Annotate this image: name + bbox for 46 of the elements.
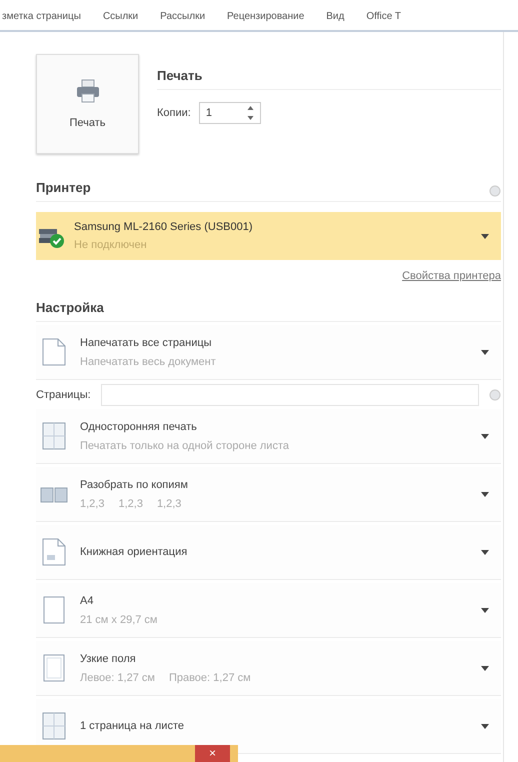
caret-icon [481, 608, 489, 612]
section-heading: Настройка [36, 300, 501, 322]
setting-title: Разобрать по копиям [80, 478, 189, 490]
ribbon-tab[interactable]: Office T [366, 11, 402, 22]
setting-title: 1 страница на листе [80, 720, 185, 732]
pages-input-field[interactable] [100, 384, 479, 406]
caret-icon [481, 434, 489, 438]
ribbon-tab[interactable]: зметка страницы [2, 11, 81, 22]
page-icon [40, 711, 68, 741]
spinner-arrows-icon [246, 105, 254, 121]
printer-properties-link[interactable]: Свойства принтера [402, 270, 501, 282]
copies-spinner[interactable]: 1 [198, 102, 261, 124]
printer-dropdown[interactable]: Samsung ML-2160 Series (USB001) Не подключен [36, 212, 501, 260]
ribbon-tab[interactable]: Рецензирование [227, 11, 304, 22]
setting-detail: 1,2,3 [156, 498, 182, 510]
pages-label: Страницы: [36, 389, 91, 401]
setting-title: Напечатать все страницы [80, 336, 213, 348]
ribbon-tab[interactable]: Вид [326, 11, 344, 22]
section-heading: Печать [157, 54, 501, 90]
setting-detail: 1,2,3 [80, 498, 104, 510]
setting-detail: Печатать только на одной стороне листа [80, 440, 289, 452]
setting-detail: 21 см x 29,7 см [80, 614, 158, 626]
caret-icon [481, 724, 489, 728]
setting-detail: 1,2,3 [118, 498, 143, 510]
printer-icon [74, 79, 100, 103]
copies-label: Копии: [157, 107, 191, 119]
setting-detail: Левое: 1,27 см [80, 672, 155, 684]
close-button[interactable]: × [195, 745, 230, 762]
ribbon-tab[interactable]: Рассылки [160, 11, 206, 22]
setting-detail: Правое: 1,27 см [168, 672, 251, 684]
caret-icon [481, 550, 489, 554]
print-button[interactable]: Печать [36, 54, 139, 154]
setting-title: Узкие поля [80, 652, 137, 664]
caret-icon [481, 350, 489, 354]
page-icon [40, 537, 68, 567]
setting-title: A4 [80, 594, 94, 606]
caret-icon [481, 666, 489, 670]
page-icon [40, 421, 68, 451]
section-heading: Принтер [36, 180, 91, 197]
ribbon-tab[interactable]: Ссылки [102, 11, 138, 22]
caret-icon [481, 492, 489, 496]
page-icon [40, 337, 68, 367]
setting-detail: Напечатать весь документ [80, 356, 216, 368]
setting-title: Книжная ориентация [80, 546, 188, 558]
setting-title: Односторонняя печать [80, 420, 198, 432]
caret-icon [481, 234, 489, 238]
